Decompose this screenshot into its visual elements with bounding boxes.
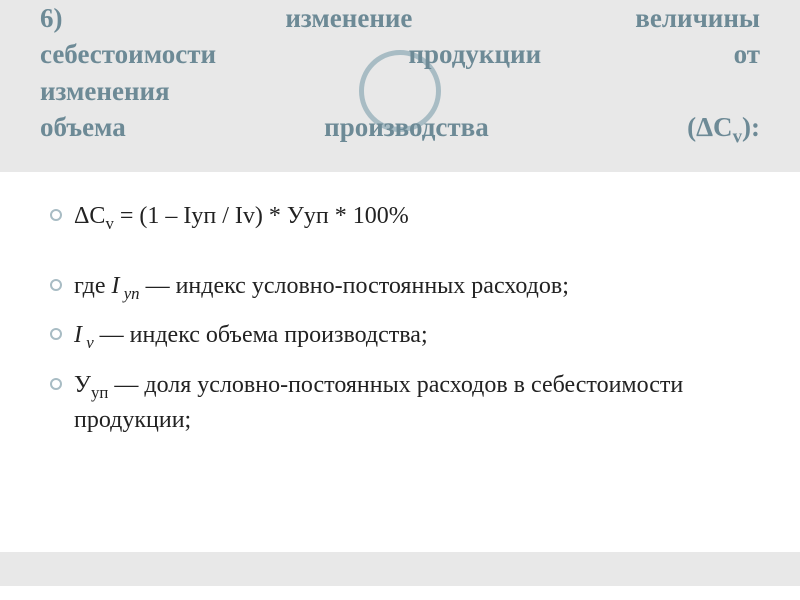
title-part: (ΔСv): [687,112,760,142]
title-line-2: себестоимости продукции от [40,36,760,72]
bullet-list: ΔСv = (1 – Iуп / Iv) * Ууп * 100% где I … [50,200,750,436]
header-strip: 6) изменение величины себестоимости прод… [0,0,800,172]
title-part: величины [635,3,760,33]
title-part: от [734,39,760,69]
list-item: Ууп — доля условно-постоянных расходов в… [50,369,750,437]
subscript: v [82,333,94,352]
definition-text: Ууп — доля условно-постоянных расходов в… [74,372,683,433]
title-subscript: v [733,127,742,148]
slide: 6) изменение величины себестоимости прод… [0,0,800,600]
subscript: уп [91,382,108,401]
text-fragment: где [74,273,112,299]
title-part: 6) [40,3,63,33]
formula-text: ΔСv = (1 – Iуп / Iv) * Ууп * 100% [74,203,409,229]
title-part: объема [40,112,126,142]
title-part: себестоимости [40,39,216,69]
list-item: ΔСv = (1 – Iуп / Iv) * Ууп * 100% [50,200,750,235]
list-item: I v — индекс объема производства; [50,319,750,354]
title-part: продукции [408,39,541,69]
text-fragment: ΔС [74,203,105,229]
subscript: уп [120,283,140,302]
title-part: изменение [285,3,412,33]
text-fragment: — индекс объема производства; [94,322,428,348]
title-part: изменения [40,76,170,106]
title-fragment: ): [742,112,760,142]
title-part: производства [324,112,489,142]
text-fragment: У [74,372,91,398]
definition-text: I v — индекс объема производства; [74,322,428,348]
slide-title: 6) изменение величины себестоимости прод… [40,0,760,150]
text-fragment: — индекс условно-постоянных расходов; [140,273,569,299]
content-area: ΔСv = (1 – Iуп / Iv) * Ууп * 100% где I … [0,172,800,436]
list-item: где I уп — индекс условно-постоянных рас… [50,270,750,305]
title-fragment: (ΔС [687,112,732,142]
var-italic: I [112,273,120,299]
title-line-4: объема производства (ΔСv): [40,109,760,150]
title-line-1: 6) изменение величины [40,0,760,36]
definition-text: где I уп — индекс условно-постоянных рас… [74,273,569,299]
var-italic: I [74,322,82,348]
title-line-3: изменения [40,73,760,109]
footer-strip [0,552,800,586]
text-fragment: — доля условно-постоянных расходов в себ… [74,372,683,433]
subscript: v [105,214,113,233]
text-fragment: = (1 – Iуп / Iv) * Ууп * 100% [114,203,409,229]
